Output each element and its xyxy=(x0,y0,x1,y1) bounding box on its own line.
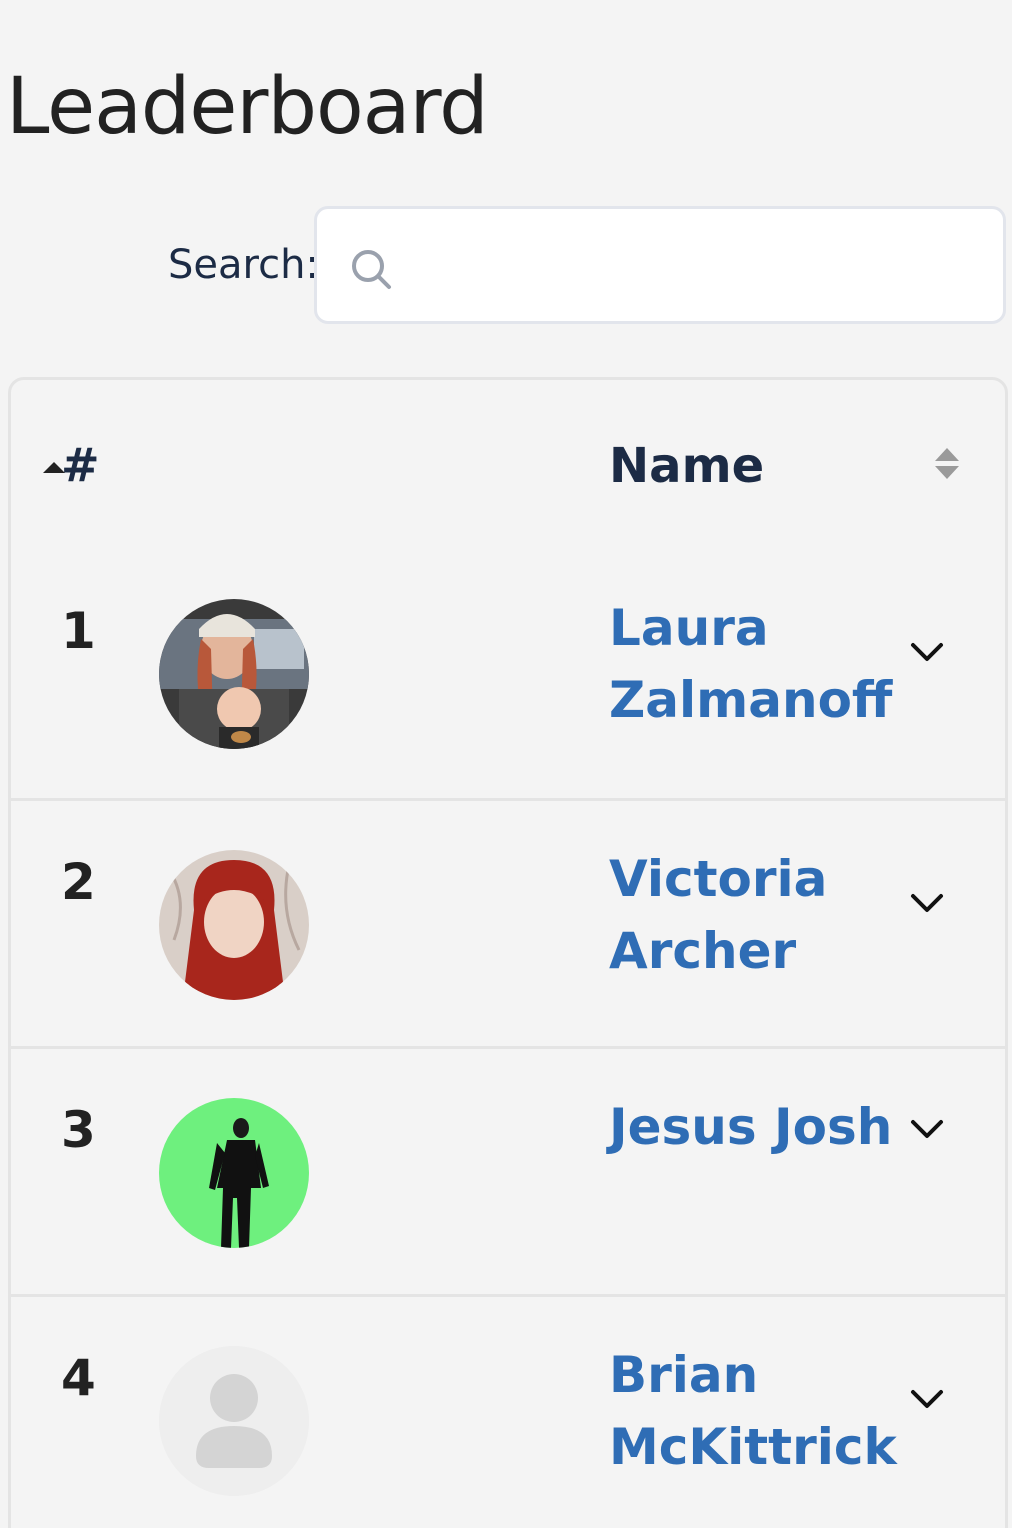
search-label: Search: xyxy=(168,242,319,288)
table-row: 4 Brian McKittrick xyxy=(11,1294,1005,1528)
chevron-down-icon[interactable] xyxy=(909,640,945,664)
avatar xyxy=(159,850,309,1000)
search-icon xyxy=(352,250,391,289)
leaderboard-page: Leaderboard Search: # Name 1 Laura Zalma… xyxy=(0,0,1012,1528)
table-row: 3 Jesus Josh xyxy=(11,1046,1005,1294)
rank-cell: 4 xyxy=(61,1349,96,1407)
player-name-link[interactable]: Victoria Archer xyxy=(609,843,889,987)
avatar xyxy=(159,599,309,749)
search-input[interactable] xyxy=(413,227,987,307)
player-name-link[interactable]: Laura Zalmanoff xyxy=(609,592,892,736)
player-name-link[interactable]: Brian McKittrick xyxy=(609,1339,899,1483)
rank-column-label: # xyxy=(61,438,100,492)
rank-cell: 3 xyxy=(61,1101,96,1159)
chevron-down-icon[interactable] xyxy=(909,891,945,915)
table-row: 2 Victoria Archer xyxy=(11,798,1005,1046)
page-title: Leaderboard xyxy=(6,62,489,152)
chevron-down-icon[interactable] xyxy=(909,1117,945,1141)
avatar xyxy=(159,1098,309,1248)
search-box[interactable] xyxy=(314,206,1006,324)
player-name-link[interactable]: Jesus Josh xyxy=(609,1091,909,1163)
rank-cell: 2 xyxy=(61,853,96,911)
table-header: # Name xyxy=(11,380,1005,550)
default-user-icon xyxy=(159,1346,309,1496)
name-column-header[interactable]: Name xyxy=(609,438,764,494)
rank-cell: 1 xyxy=(61,602,96,660)
sort-both-icon[interactable] xyxy=(935,448,959,482)
search-row: Search: xyxy=(0,206,1012,330)
leaderboard-table: # Name 1 Laura Zalmanoff 2 Victoria Arch… xyxy=(8,377,1008,1528)
table-row: 1 Laura Zalmanoff xyxy=(11,550,1005,798)
chevron-down-icon[interactable] xyxy=(909,1387,945,1411)
